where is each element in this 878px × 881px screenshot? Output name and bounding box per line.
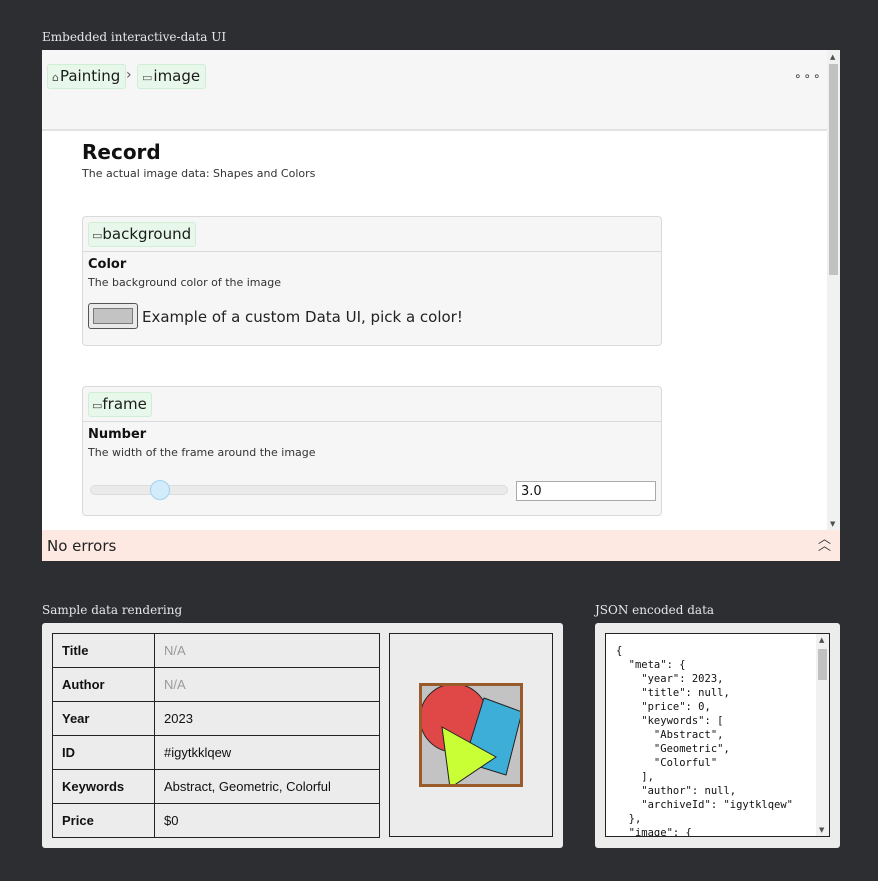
painting-svg — [419, 683, 523, 787]
number-field-description: The width of the frame around the image — [88, 446, 316, 459]
breadcrumb-bar: ⌂Painting › ▭image ∘∘∘ — [42, 50, 827, 131]
color-picker-note: Example of a custom Data UI, pick a colo… — [142, 308, 463, 326]
table-value-cell: N/A — [154, 633, 380, 668]
scroll-up-arrow-icon[interactable]: ▲ — [819, 636, 824, 644]
metadata-table: Title N/A Author N/A Year 2023 ID #igytkklqew Ke… — [52, 633, 380, 838]
background-card: ▭background Color The background color o… — [82, 216, 662, 346]
scrollbar-thumb[interactable] — [829, 64, 838, 275]
color-field-title: Color — [88, 257, 127, 272]
background-tag[interactable]: ▭background — [88, 222, 197, 247]
table-row: Keywords Abstract, Geometric, Colorful — [52, 769, 380, 804]
scroll-down-arrow-icon[interactable]: ▼ — [830, 520, 835, 528]
record-title: Record — [82, 140, 161, 164]
table-key-cell: Year — [52, 701, 155, 736]
pointer-icon: ▭ — [92, 399, 103, 412]
background-tag-label: background — [102, 225, 192, 243]
frame-width-input[interactable] — [516, 481, 656, 501]
json-scrollbar[interactable]: ▲ ▼ — [816, 634, 829, 836]
frame-card: ▭frame Number The width of the frame aro… — [82, 386, 662, 516]
pointer-icon: ▭ — [142, 71, 153, 84]
sample-data-panel: Title N/A Author N/A Year 2023 ID #igytkklqew Ke… — [42, 623, 563, 848]
pointer-icon: ▭ — [92, 229, 103, 242]
json-viewer[interactable]: { "meta": { "year": 2023, "title": null,… — [605, 633, 830, 837]
table-value-cell: 2023 — [154, 701, 380, 736]
table-row: Price $0 — [52, 803, 380, 838]
chevron-right-icon: › — [126, 67, 132, 83]
more-menu-button[interactable]: ∘∘∘ — [794, 69, 823, 83]
json-panel: { "meta": { "year": 2023, "title": null,… — [595, 623, 840, 848]
breadcrumb-root[interactable]: ⌂Painting — [47, 64, 127, 89]
table-key-cell: ID — [52, 735, 155, 770]
color-field-description: The background color of the image — [88, 276, 282, 289]
table-value-cell: Abstract, Geometric, Colorful — [154, 769, 380, 804]
sample-section-label: Sample data rendering — [42, 603, 183, 617]
table-row: Year 2023 — [52, 701, 380, 736]
embedded-section-label: Embedded interactive-data UI — [42, 30, 227, 44]
json-text: { "meta": { "year": 2023, "title": null,… — [616, 645, 794, 837]
table-value-cell: #igytkklqew — [154, 735, 380, 770]
double-chevron-up-icon[interactable]: ︿ ︿ — [818, 533, 831, 553]
breadcrumb-root-label: Painting — [59, 67, 121, 85]
frame-card-header: ▭frame — [83, 387, 661, 422]
table-row: Title N/A — [52, 633, 380, 668]
color-picker-button[interactable] — [88, 303, 138, 329]
json-section-label: JSON encoded data — [595, 603, 715, 617]
number-field-title: Number — [88, 427, 147, 442]
error-status-text: No errors — [47, 537, 117, 555]
painting-preview — [389, 633, 553, 837]
frame-tag-label: frame — [102, 395, 147, 413]
color-swatch-fill — [93, 308, 133, 324]
table-value-cell: N/A — [154, 667, 380, 702]
background-card-header: ▭background — [83, 217, 661, 252]
vertical-scrollbar[interactable]: ▲ ▼ — [827, 50, 840, 530]
scroll-up-arrow-icon[interactable]: ▲ — [830, 53, 835, 61]
table-key-cell: Price — [52, 803, 155, 838]
table-key-cell: Title — [52, 633, 155, 668]
table-value-cell: $0 — [154, 803, 380, 838]
frame-slider-thumb[interactable] — [150, 480, 170, 500]
frame-tag[interactable]: ▭frame — [88, 392, 152, 417]
table-row: ID #igytkklqew — [52, 735, 380, 770]
table-row: Author N/A — [52, 667, 380, 702]
table-key-cell: Author — [52, 667, 155, 702]
breadcrumb-current-label: image — [153, 67, 201, 85]
table-key-cell: Keywords — [52, 769, 155, 804]
embedded-data-ui: ⌂Painting › ▭image ∘∘∘ Record The actual… — [42, 50, 840, 561]
json-scrollbar-thumb[interactable] — [818, 649, 827, 680]
scroll-down-arrow-icon[interactable]: ▼ — [819, 826, 824, 834]
error-status-bar[interactable]: No errors ︿ ︿ — [42, 530, 840, 561]
home-icon: ⌂ — [52, 71, 59, 84]
breadcrumb-current[interactable]: ▭image — [137, 64, 207, 89]
record-description: The actual image data: Shapes and Colors — [82, 167, 316, 180]
